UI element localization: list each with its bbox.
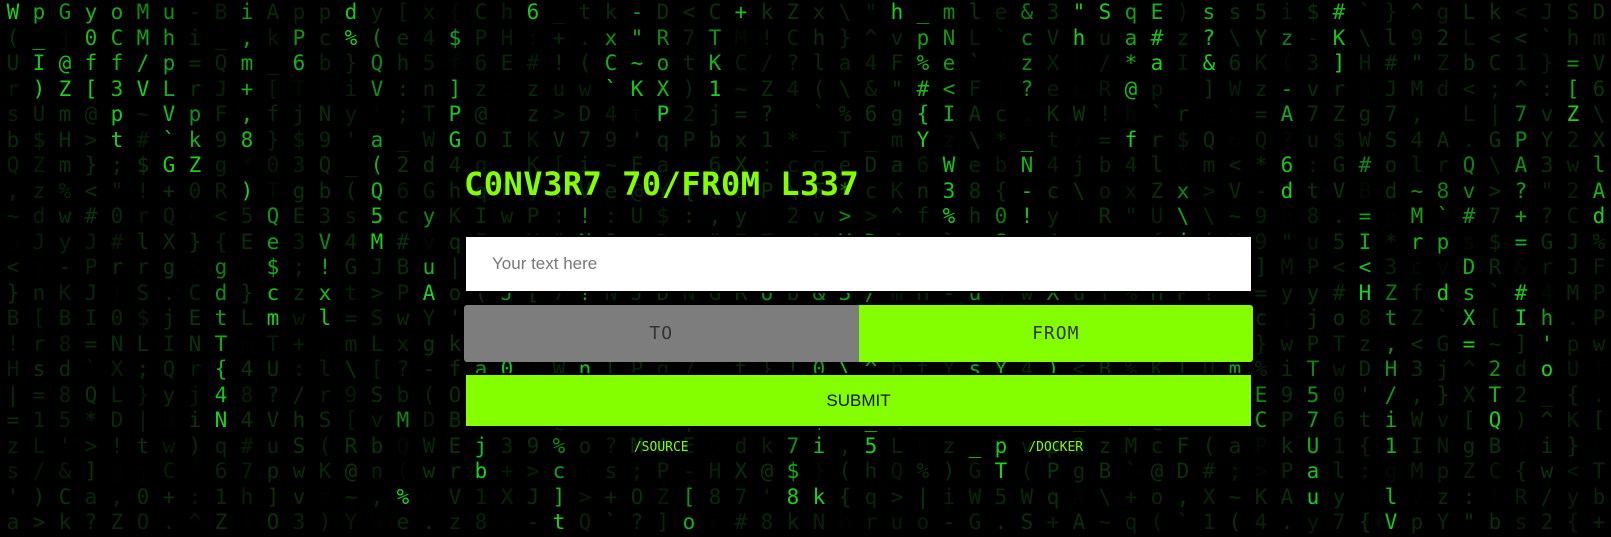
footer-links: /SOURCE /DOCKER [464, 440, 1253, 455]
matrix-column: `\HhgW#B=I<H8zD't{:h{U [1358, 0, 1372, 537]
matrix-column: <<1^7PA?+=&#I]d2)V{Rs" [1514, 0, 1528, 537]
matrix-column: LLb<L.Qv#sDsX=^X[gZ:"A [1462, 0, 1476, 537]
matrix-column: p_I)U$ZzdJjn[rs=1L/)>` [32, 0, 46, 537]
matrix-column: Ak_[f}0TQe$cmTU?Vup]O; [266, 0, 280, 537]
to-button[interactable]: TO [464, 305, 859, 362]
matrix-column: y0f[@>}<#JPJI=`Q*>]a?| [84, 0, 98, 537]
matrix-column: #K]rZ$GV.5<#oTw061ly7I [1332, 0, 1346, 537]
matrix-column: y(QV'a(Q5MJ>SL[Svbn,W< [370, 0, 384, 537]
source-link[interactable]: /SOURCE [464, 440, 859, 455]
matrix-column: oCf3pt;"0#rT0NXLD!@,Z7 [110, 0, 124, 537]
converter-panel: C0NV3R7 70/FR0M L337 TO FROM SUBMIT /SOU… [464, 150, 1253, 455]
matrix-column: iz(-A?6dn"My{wi9PkPA.< [1280, 0, 1294, 537]
docker-link[interactable]: /DOCKER [859, 440, 1254, 455]
matrix-column: d%}iy'_(s4Gt=m\9[R@~YF [344, 0, 358, 537]
matrix-column: i,m+,8*)5E0}Lm484#7h$X [240, 0, 254, 537]
matrix-column: $-3v7u:t8uPyjPT57Uauy4 [1306, 0, 1320, 537]
matrix-column: MM/V~#$!rlrS$L;}|tj0O( [136, 0, 150, 537]
matrix-column: g2Zd?Ar8`pvd`Gj}vNpzYP [1436, 0, 1450, 537]
matrix-column: x45nTWdGyvuAYg-(DWwv.b [422, 0, 436, 537]
matrix-column: DmV6\XlAd%FPPwf.[yTb+= [1592, 0, 1606, 537]
matrix-column: k<C;|G\>7$R`[~2TQBCtb/ [1488, 0, 1502, 537]
matrix-column: ^9"M,4l~MrcfZ<3,WIMvp; [1410, 0, 1424, 537]
matrix-column: pP6Tj$3gE3;zw+:/hSwv35 [292, 0, 306, 537]
text-input[interactable] [464, 235, 1253, 293]
submit-button[interactable]: SUBMIT [464, 373, 1253, 428]
matrix-column: J`}:vY3"?Gr4h'o_^iw/24 [1540, 0, 1554, 537]
direction-toggle: TO FROM [464, 305, 1253, 362]
matrix-column: W(UrsbQ,~u<}B!H|=zs'aq [6, 0, 20, 537]
matrix-column: uhpLV`G+QXg.jIQybwC+.a [162, 0, 176, 537]
from-button[interactable]: FROM [858, 305, 1253, 362]
matrix-column: Gj@ZmHm%wy-KB8d85'&Ck} [58, 0, 72, 537]
page-title: C0NV3R7 70/FR0M L337 [464, 165, 860, 203]
matrix-column: Sh=[Z2w2CJJM.pU{K}<y{V [1566, 0, 1580, 537]
matrix-column: }l#J7Sodg*3Zt,H/i1glV0 [1384, 0, 1398, 537]
matrix-column: -i=rpkZ00}$CENrji)F:^7 [188, 0, 202, 537]
matrix-column: B_QJF9gR<{gdtT{4Nq61Z. [214, 0, 228, 537]
matrix-column: pcbGN9Qb3V!xl\lrS(K#)j [318, 0, 332, 537]
matrix-column: [eh:;_26c#BPwx?bMQ(%e2 [396, 0, 410, 537]
